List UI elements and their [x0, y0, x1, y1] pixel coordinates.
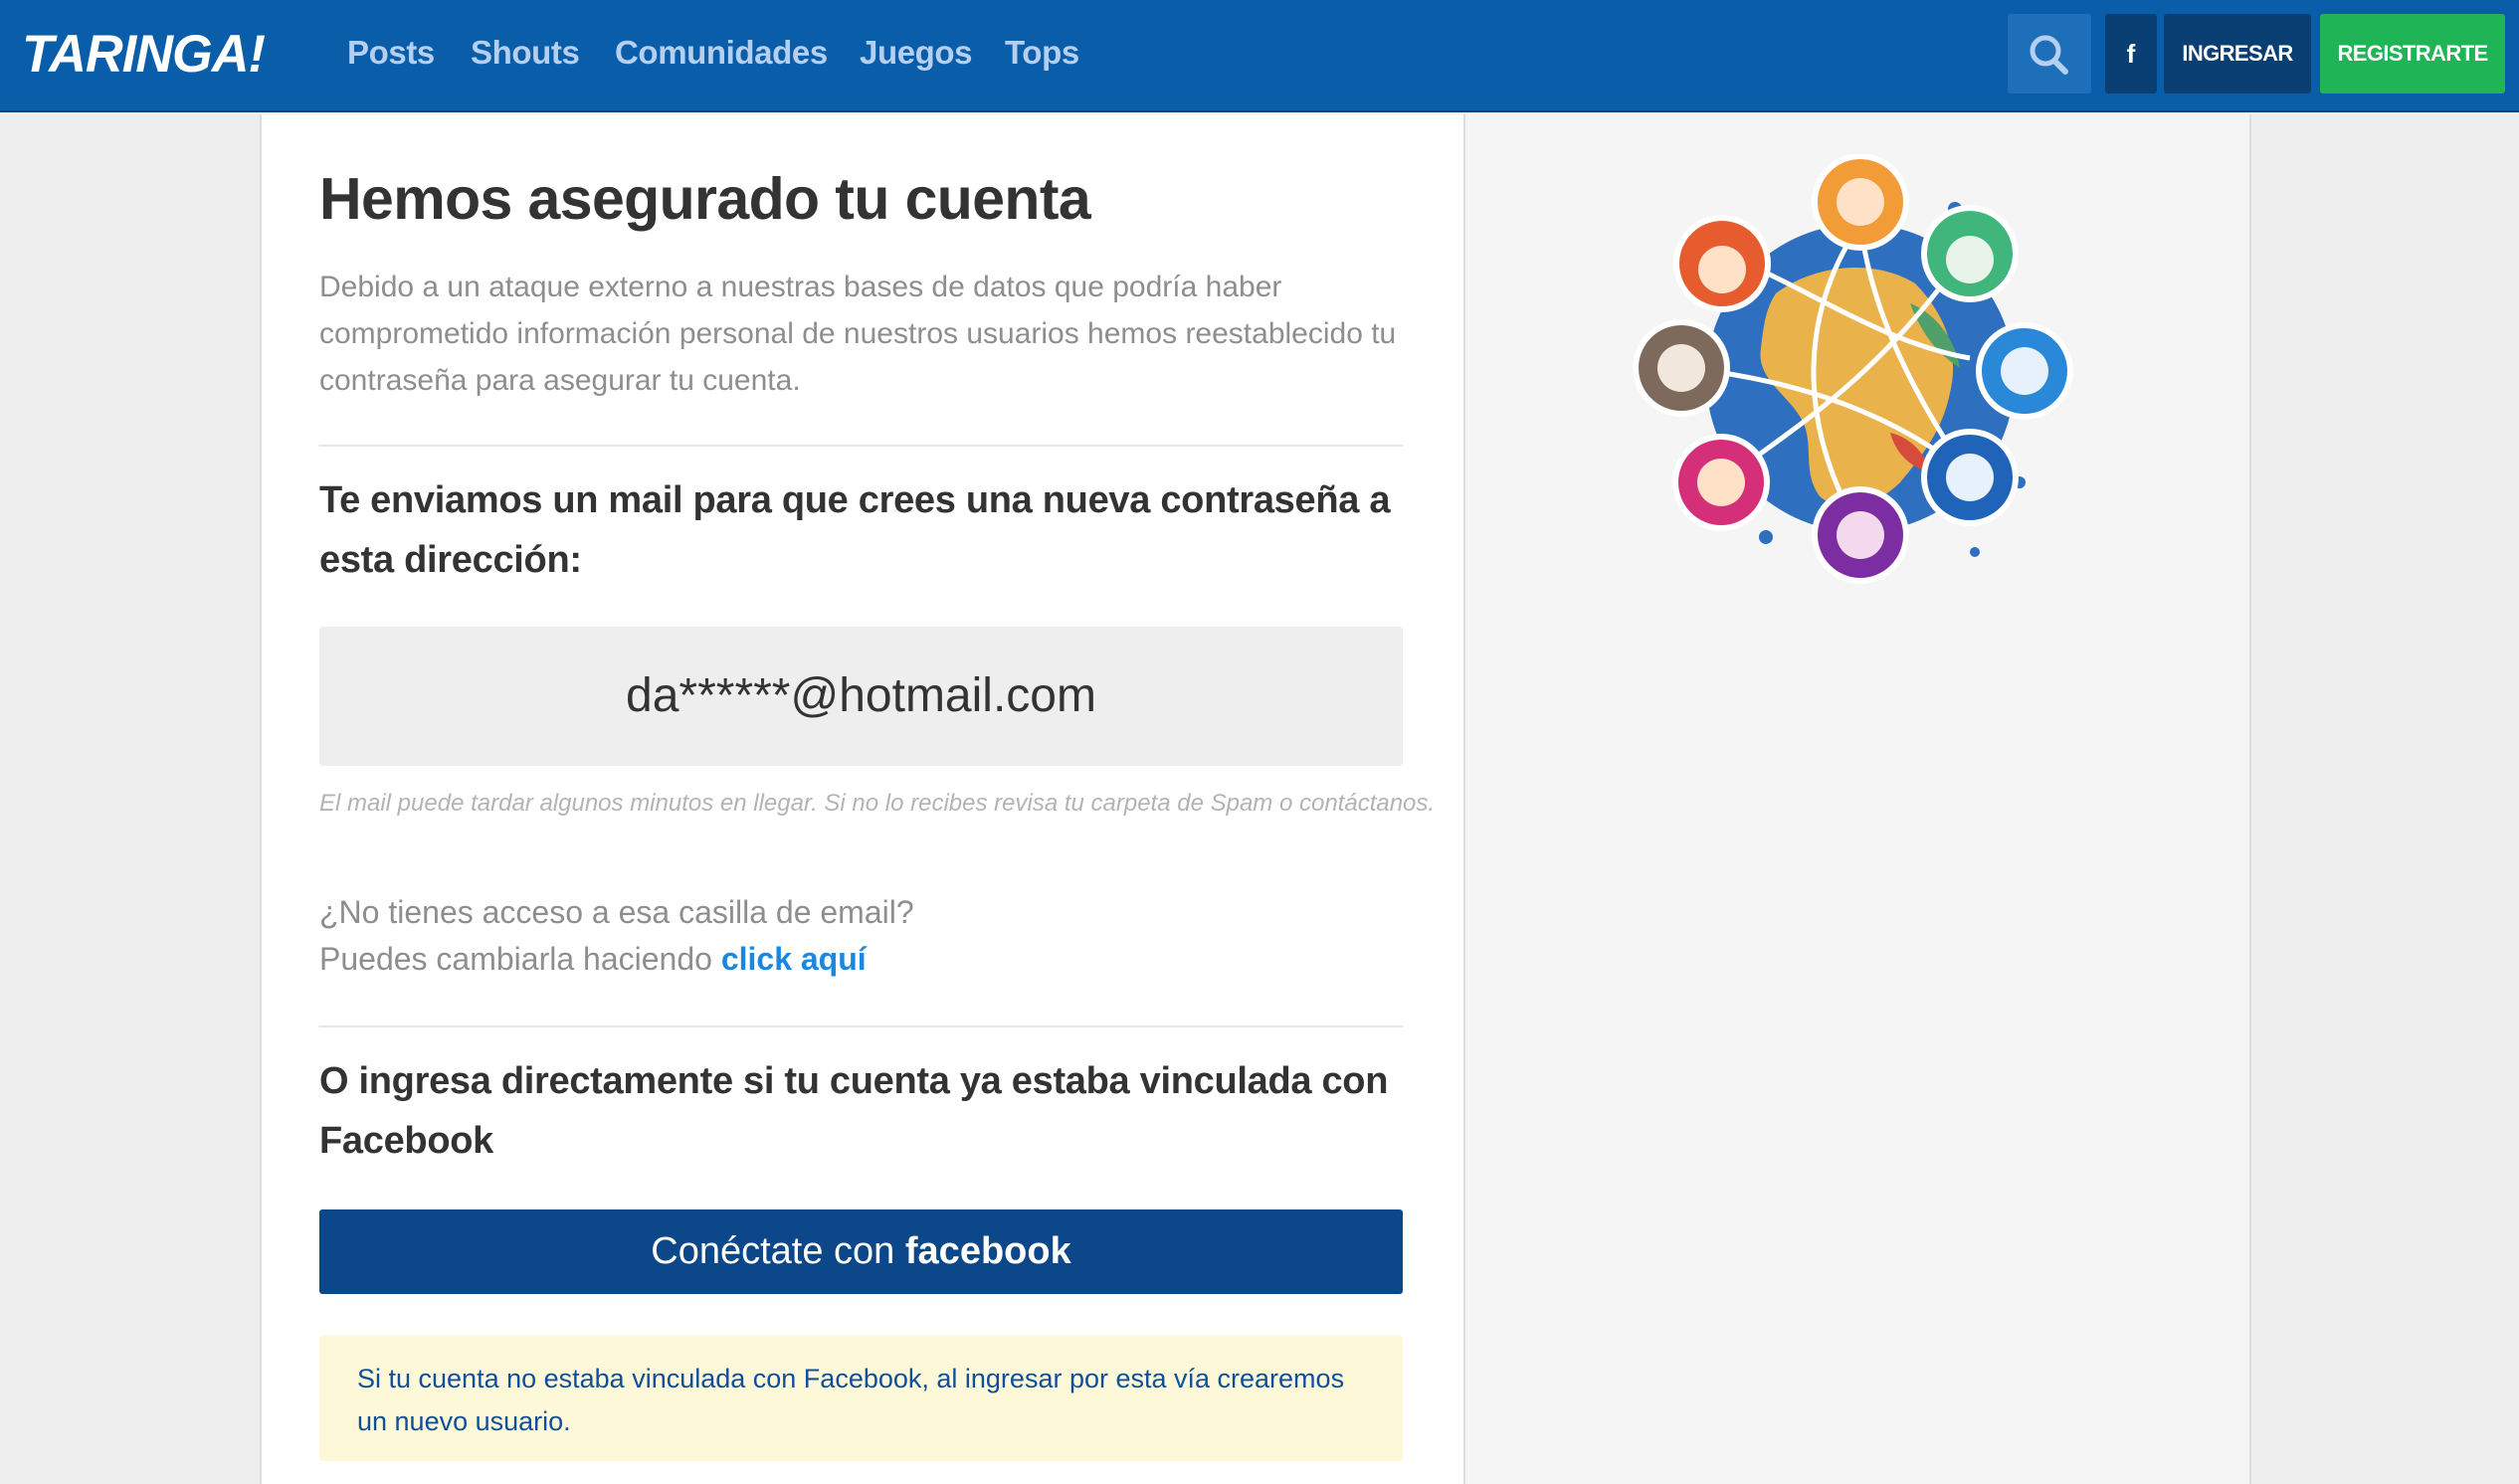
mail-sent-heading: Te enviamos un mail para que crees una n…: [319, 479, 1391, 581]
change-email-prefix: Puedes cambiarla haciendo: [319, 941, 712, 977]
section-divider: [319, 1025, 1403, 1027]
nav-shouts[interactable]: Shouts: [471, 30, 580, 76]
ingresar-button[interactable]: INGRESAR: [2164, 14, 2311, 93]
sidebar: [1463, 114, 2251, 1484]
change-email-link[interactable]: click aquí: [721, 941, 867, 977]
facebook-icon: f: [2126, 39, 2136, 69]
masked-email-display: da******@hotmail.com: [319, 627, 1403, 766]
search-icon: [2030, 35, 2068, 75]
page-title: Hemos asegurado tu cuenta: [319, 166, 1091, 232]
top-navigation-bar: TARINGA! Posts Shouts Comunidades Juegos…: [0, 0, 2519, 112]
nav-juegos[interactable]: Juegos: [860, 30, 973, 76]
search-button[interactable]: [2008, 14, 2091, 93]
community-globe-illustration: [1633, 154, 2073, 584]
new-user-notice: Si tu cuenta no estaba vinculada con Fac…: [319, 1336, 1403, 1461]
registrarte-button[interactable]: REGISTRARTE: [2320, 14, 2505, 93]
change-email-line: Puedes cambiarla haciendo click aquí: [319, 936, 1414, 983]
nav-posts[interactable]: Posts: [347, 30, 435, 76]
nav-comunidades[interactable]: Comunidades: [615, 30, 828, 76]
facebook-wordmark: facebook: [904, 1230, 1071, 1272]
taringa-logo[interactable]: TARINGA!: [22, 24, 267, 80]
facebook-login-button[interactable]: f: [2105, 14, 2157, 93]
no-email-access-text: ¿No tienes acceso a esa casilla de email…: [319, 889, 1414, 983]
section-divider: [319, 445, 1403, 447]
facebook-login-heading: O ingresa directamente si tu cuenta ya e…: [319, 1060, 1389, 1162]
facebook-connect-button[interactable]: Conéctate con facebook: [319, 1209, 1403, 1294]
no-access-question: ¿No tienes acceso a esa casilla de email…: [319, 894, 914, 930]
facebook-connect-prefix: Conéctate con: [651, 1230, 895, 1272]
logo-text: TARINGA!: [22, 25, 265, 80]
mail-delay-note: El mail puede tardar algunos minutos en …: [319, 790, 1436, 817]
nav-tops[interactable]: Tops: [1005, 30, 1079, 76]
intro-text: Debido a un ataque externo a nuestras ba…: [319, 271, 1397, 397]
